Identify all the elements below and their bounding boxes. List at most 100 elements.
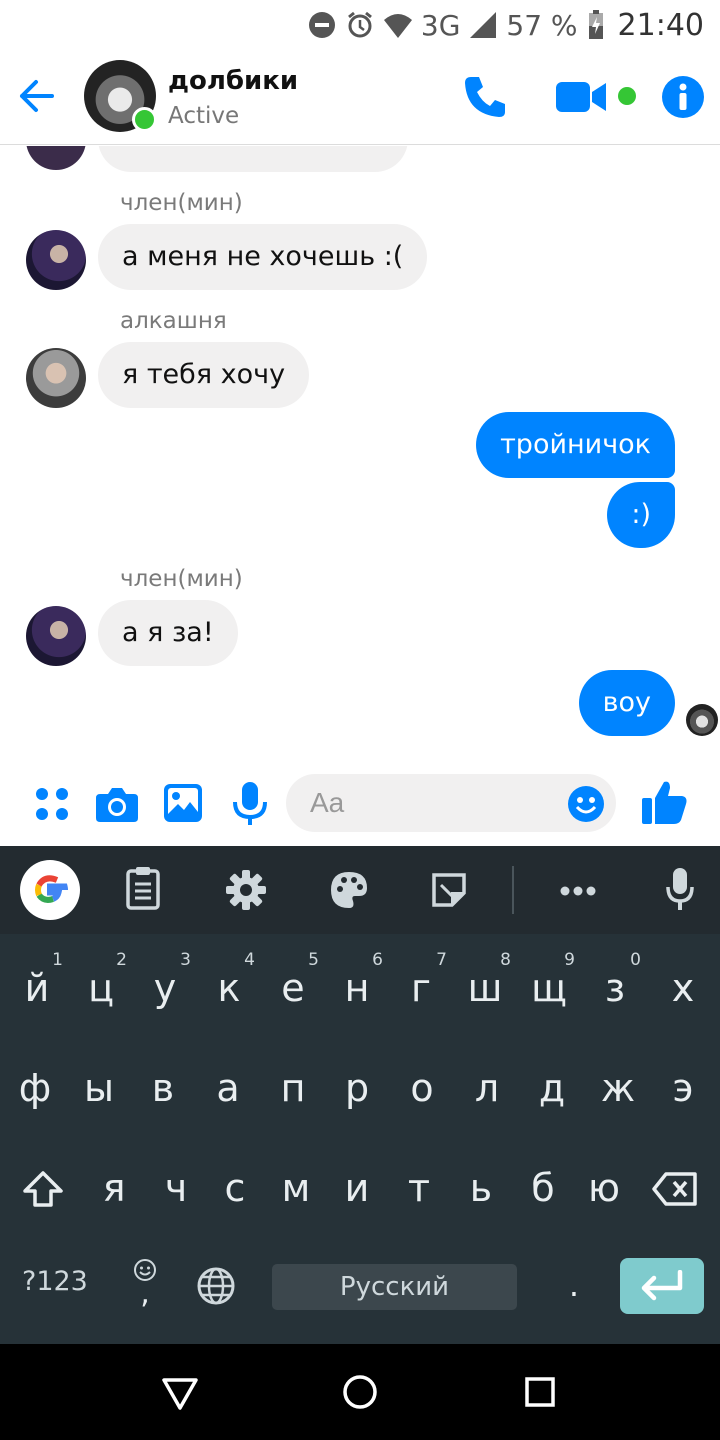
info-icon[interactable] (662, 76, 704, 118)
key[interactable]: г7 (389, 946, 453, 1030)
key[interactable]: а (196, 1046, 260, 1130)
message-bubble[interactable] (98, 146, 408, 172)
key-label: э (672, 1066, 694, 1110)
chat-title[interactable]: долбики (168, 66, 298, 96)
key[interactable]: п (261, 1046, 325, 1130)
key[interactable]: щ9 (517, 946, 581, 1030)
key[interactable]: я (82, 1146, 146, 1230)
message-bubble-in[interactable]: я тебя хочу (98, 342, 310, 408)
emoji-icon[interactable] (568, 786, 604, 822)
key-label: ц (88, 966, 114, 1010)
key[interactable]: ф (3, 1046, 67, 1130)
key[interactable]: в (131, 1046, 195, 1130)
message-bubble-out[interactable]: :) (607, 482, 675, 548)
sticker-icon[interactable] (432, 873, 466, 907)
do-not-disturb-icon (308, 12, 335, 38)
active-status-dot (132, 107, 157, 132)
key-label: п (280, 1066, 306, 1110)
network-type: 3G (420, 8, 461, 42)
status-bar: 3G 57 % 21:40 (0, 0, 720, 50)
settings-gear-icon[interactable] (226, 870, 266, 910)
sender-avatar[interactable] (26, 606, 86, 666)
period-key[interactable]: . (560, 1266, 588, 1304)
key[interactable]: р (325, 1046, 389, 1130)
back-arrow-icon[interactable] (16, 76, 56, 116)
key[interactable]: к4 (197, 946, 261, 1030)
shift-icon[interactable] (22, 1170, 64, 1208)
key[interactable]: ц2 (69, 946, 133, 1030)
message-list[interactable]: член(мин) а меня не хочешь :( алкашня я … (0, 146, 720, 758)
key-label: с (224, 1166, 246, 1210)
thumbs-up-icon[interactable] (640, 778, 688, 826)
wifi-icon (383, 14, 412, 38)
key[interactable]: с (203, 1146, 267, 1230)
microphone-icon[interactable] (232, 782, 268, 826)
home-circle-icon[interactable] (342, 1374, 378, 1410)
key[interactable]: ю (572, 1146, 636, 1230)
message-bubble-in[interactable]: а меня не хочешь :( (98, 224, 428, 290)
recents-square-icon[interactable] (524, 1376, 556, 1408)
message-bubble-out[interactable]: воу (578, 670, 675, 736)
sender-avatar[interactable] (26, 348, 86, 408)
video-camera-icon[interactable] (556, 80, 606, 114)
enter-key[interactable] (620, 1258, 704, 1314)
key-label: х (671, 966, 695, 1010)
key-label: ю (588, 1166, 620, 1210)
key[interactable]: т (387, 1146, 451, 1230)
symbols-key[interactable]: ?123 (22, 1266, 88, 1297)
google-icon[interactable] (20, 860, 80, 920)
key-label: е (281, 966, 305, 1010)
key[interactable]: з0 (583, 946, 647, 1030)
battery-charging-icon (588, 10, 603, 39)
key[interactable]: й1 (5, 946, 69, 1030)
key-label: р (344, 1066, 370, 1110)
key-hint: 3 (180, 950, 191, 970)
key[interactable]: у3 (133, 946, 197, 1030)
key[interactable]: е5 (261, 946, 325, 1030)
key-label: т (407, 1166, 431, 1210)
key[interactable]: ш8 (453, 946, 517, 1030)
back-triangle-icon[interactable] (160, 1372, 200, 1412)
backspace-icon[interactable] (652, 1172, 698, 1206)
key-label: ж (600, 1066, 636, 1110)
clock: 21:40 (617, 7, 704, 43)
key[interactable]: ь (449, 1146, 513, 1230)
message-bubble-out[interactable]: тройничок (476, 412, 675, 478)
key[interactable]: э (651, 1046, 715, 1130)
space-key[interactable]: Русский (272, 1264, 517, 1310)
key[interactable]: д (520, 1046, 584, 1130)
message-input[interactable] (286, 774, 616, 832)
sender-avatar[interactable] (26, 146, 86, 170)
video-active-dot (618, 87, 636, 105)
theme-palette-icon[interactable] (330, 871, 368, 909)
key-label: в (151, 1066, 175, 1110)
enter-arrow-icon (641, 1270, 683, 1301)
key-label: з (604, 966, 626, 1010)
key-label: я (102, 1166, 126, 1210)
key[interactable]: ы (67, 1046, 131, 1130)
camera-icon[interactable] (96, 786, 138, 822)
emoji-comma-key[interactable]: , (128, 1258, 162, 1309)
key[interactable]: б (511, 1146, 575, 1230)
voice-mic-icon[interactable] (666, 868, 694, 912)
key-label: д (538, 1066, 566, 1110)
key[interactable]: м (264, 1146, 328, 1230)
key-label: ч (164, 1166, 188, 1210)
clipboard-icon[interactable] (126, 866, 160, 910)
more-apps-icon[interactable] (34, 786, 70, 822)
message-bubble-in[interactable]: а я за! (98, 600, 238, 666)
key[interactable]: х (651, 946, 715, 1030)
key[interactable]: ж (586, 1046, 650, 1130)
key[interactable]: о (390, 1046, 454, 1130)
globe-language-icon[interactable] (196, 1266, 236, 1306)
key[interactable]: ч (144, 1146, 208, 1230)
key[interactable]: л (455, 1046, 519, 1130)
key-label: й (24, 966, 50, 1010)
sender-avatar[interactable] (26, 230, 86, 290)
more-dots-icon[interactable] (560, 886, 596, 896)
gallery-icon[interactable] (164, 784, 202, 822)
key[interactable]: и (325, 1146, 389, 1230)
key[interactable]: н6 (325, 946, 389, 1030)
sender-name: член(мин) (120, 190, 243, 216)
phone-icon[interactable] (462, 74, 508, 120)
